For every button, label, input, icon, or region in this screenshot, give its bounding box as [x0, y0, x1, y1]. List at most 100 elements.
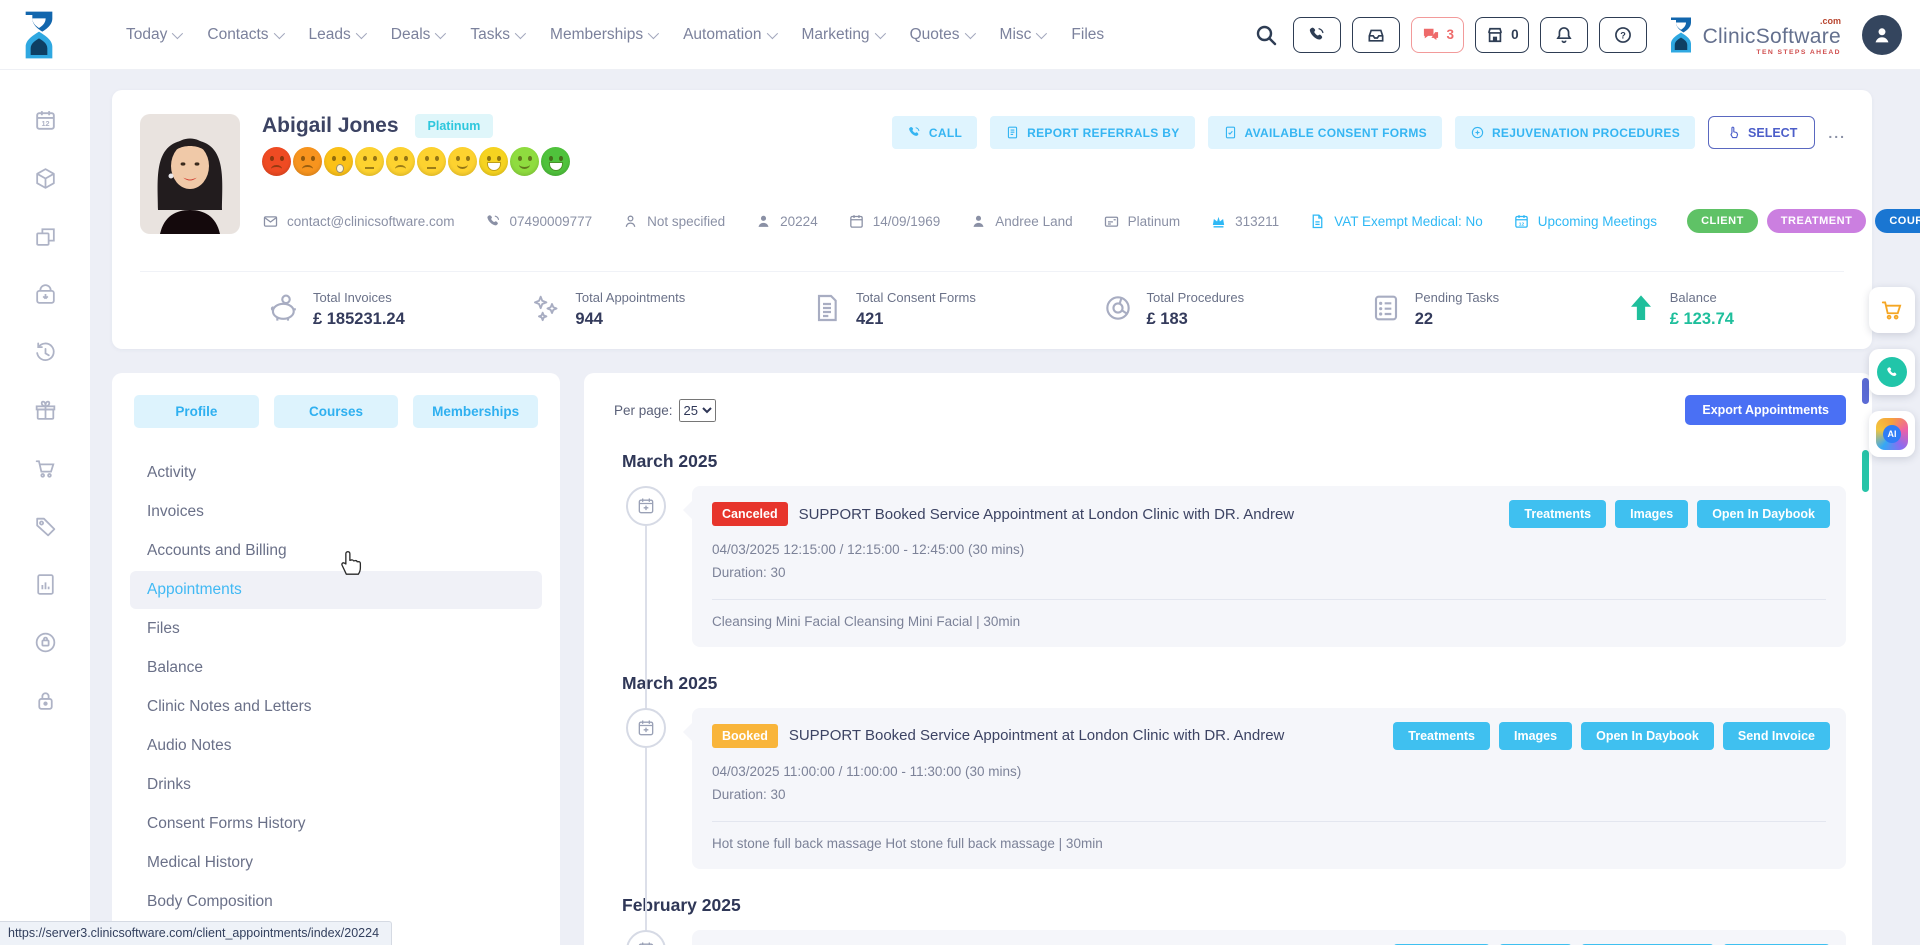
sidebar-menu-item[interactable]: Audio Notes — [130, 727, 542, 765]
sidebar-menu-item[interactable]: Body Composition — [130, 883, 542, 921]
floating-cart-button[interactable] — [1869, 287, 1915, 333]
nav-item[interactable]: Memberships — [550, 26, 656, 44]
sidebar-menu-item[interactable]: Activity — [130, 454, 542, 492]
bell-icon — [1554, 25, 1574, 45]
stat-label: Total Consent Forms — [856, 290, 976, 305]
nav-item-label: Misc — [1000, 26, 1032, 44]
contact-chip[interactable]: Upcoming Meetings — [1513, 213, 1657, 230]
sidebar-menu-item[interactable]: Clinic Notes and Letters — [130, 688, 542, 726]
contact-chip-text: 14/09/1969 — [873, 214, 941, 229]
more-options-button[interactable]: ... — [1828, 125, 1846, 141]
rail-icon[interactable] — [33, 224, 58, 249]
sidebar-tab[interactable]: Courses — [274, 395, 399, 428]
rail-icon[interactable] — [33, 688, 58, 713]
dialer-button[interactable] — [1293, 17, 1341, 53]
client-action-button[interactable]: REPORT REFERRALS BY — [990, 116, 1194, 149]
brand-name: ClinicSoftware — [1703, 25, 1841, 48]
sidebar-menu-item[interactable]: Accounts and Billing — [130, 532, 542, 570]
app-logo[interactable] — [14, 7, 64, 63]
appointment-action-button[interactable]: Open In Daybook — [1581, 722, 1714, 750]
sidebar-menu-item[interactable]: Medical History — [130, 844, 542, 882]
nav-item[interactable]: Marketing — [802, 26, 883, 44]
mood-emoji[interactable] — [448, 147, 477, 176]
help-button[interactable] — [1599, 17, 1647, 53]
contact-chip[interactable]: 20224 — [755, 213, 818, 230]
export-appointments-button[interactable]: Export Appointments — [1685, 395, 1846, 425]
shop-button[interactable]: 0 — [1475, 17, 1529, 53]
inbox-button[interactable] — [1352, 17, 1400, 53]
rail-icon[interactable] — [33, 456, 58, 481]
client-action-button[interactable]: AVAILABLE CONSENT FORMS — [1208, 116, 1442, 149]
client-label-pill[interactable]: TREATMENT — [1767, 209, 1867, 233]
contact-chip[interactable]: Andree Land — [970, 213, 1072, 230]
sidebar-menu-item[interactable]: Balance — [130, 649, 542, 687]
calendar-plus-icon — [626, 708, 666, 748]
mood-emoji[interactable] — [479, 147, 508, 176]
rail-icon[interactable] — [33, 282, 58, 307]
mood-emoji[interactable] — [541, 147, 570, 176]
sidebar-tab[interactable]: Profile — [134, 395, 259, 428]
mood-emoji[interactable] — [417, 147, 446, 176]
contact-chip[interactable]: Platinum — [1103, 213, 1181, 230]
client-action-button[interactable]: CALL — [892, 116, 977, 149]
contact-chip[interactable]: Not specified — [622, 213, 725, 230]
sidebar-menu-item[interactable]: Appointments — [130, 571, 542, 609]
appointment-action-button[interactable]: Images — [1615, 500, 1688, 528]
nav-item[interactable]: Automation — [683, 26, 774, 44]
chevron-down-icon — [172, 27, 183, 38]
rail-icon[interactable] — [33, 166, 58, 191]
appointment-action-button[interactable]: Treatments — [1509, 500, 1606, 528]
mood-emoji[interactable] — [386, 147, 415, 176]
sidebar-tab[interactable]: Memberships — [413, 395, 538, 428]
rail-icon[interactable] — [33, 572, 58, 597]
stat-item: Total Procedures £ 183 — [1102, 290, 1245, 329]
nav-item[interactable]: Contacts — [207, 26, 281, 44]
stat-icon — [811, 292, 843, 324]
rail-icon[interactable] — [33, 398, 58, 423]
rail-icon[interactable] — [33, 630, 58, 655]
mood-emoji[interactable] — [262, 147, 291, 176]
floating-ai-button[interactable]: AI — [1869, 411, 1915, 457]
mood-emoji[interactable] — [324, 147, 353, 176]
mood-emoji[interactable] — [293, 147, 322, 176]
nav-item[interactable]: Deals — [391, 26, 444, 44]
nav-item[interactable]: Tasks — [470, 26, 523, 44]
contact-chip[interactable]: VAT Exempt Medical: No — [1309, 213, 1483, 230]
appointment-action-button[interactable]: Open In Daybook — [1697, 500, 1830, 528]
rail-icon[interactable] — [33, 108, 58, 133]
per-page-select[interactable]: 25 — [679, 399, 716, 422]
contact-chip[interactable]: 313211 — [1210, 213, 1279, 230]
nav-item[interactable]: Leads — [309, 26, 364, 44]
contact-chip[interactable]: contact@clinicsoftware.com — [262, 213, 455, 230]
brand-logo[interactable]: ClinicSoftware .com TEN STEPS AHEAD — [1666, 16, 1841, 54]
sidebar-menu-item[interactable]: Drinks — [130, 766, 542, 804]
appointment-action-button[interactable]: Treatments — [1393, 722, 1490, 750]
contact-chip[interactable]: 07490009777 — [485, 213, 593, 230]
select-button[interactable]: SELECT — [1708, 116, 1815, 149]
notifications-button[interactable] — [1540, 17, 1588, 53]
appointment-meta: 04/03/2025 11:00:00 / 11:00:00 - 11:30:0… — [712, 761, 1826, 807]
nav-item[interactable]: Today — [126, 26, 180, 44]
nav-item[interactable]: Quotes — [910, 26, 973, 44]
search-icon[interactable] — [1254, 23, 1278, 47]
rail-icon[interactable] — [33, 340, 58, 365]
client-action-button[interactable]: REJUVENATION PROCEDURES — [1455, 116, 1695, 149]
mood-emoji[interactable] — [510, 147, 539, 176]
mood-emoji[interactable] — [355, 147, 384, 176]
hidden-panel-tab-indigo[interactable] — [1862, 378, 1869, 404]
sidebar-menu-item[interactable]: Consent Forms History — [130, 805, 542, 843]
appointment-action-button[interactable]: Send Invoice — [1723, 722, 1830, 750]
hidden-panel-tab-teal[interactable] — [1862, 450, 1869, 492]
user-avatar[interactable] — [1862, 15, 1902, 55]
contact-chip[interactable]: 14/09/1969 — [848, 213, 941, 230]
client-label-pill[interactable]: COURSE — [1875, 209, 1920, 233]
appointment-action-button[interactable]: Images — [1499, 722, 1572, 750]
client-label-pill[interactable]: CLIENT — [1687, 209, 1758, 233]
nav-item[interactable]: Files — [1071, 26, 1104, 44]
nav-item[interactable]: Misc — [1000, 26, 1045, 44]
sidebar-menu-item[interactable]: Files — [130, 610, 542, 648]
sidebar-menu-item[interactable]: Invoices — [130, 493, 542, 531]
chat-button[interactable]: 3 — [1411, 17, 1465, 53]
floating-whatsapp-button[interactable] — [1869, 349, 1915, 395]
rail-icon[interactable] — [33, 514, 58, 539]
